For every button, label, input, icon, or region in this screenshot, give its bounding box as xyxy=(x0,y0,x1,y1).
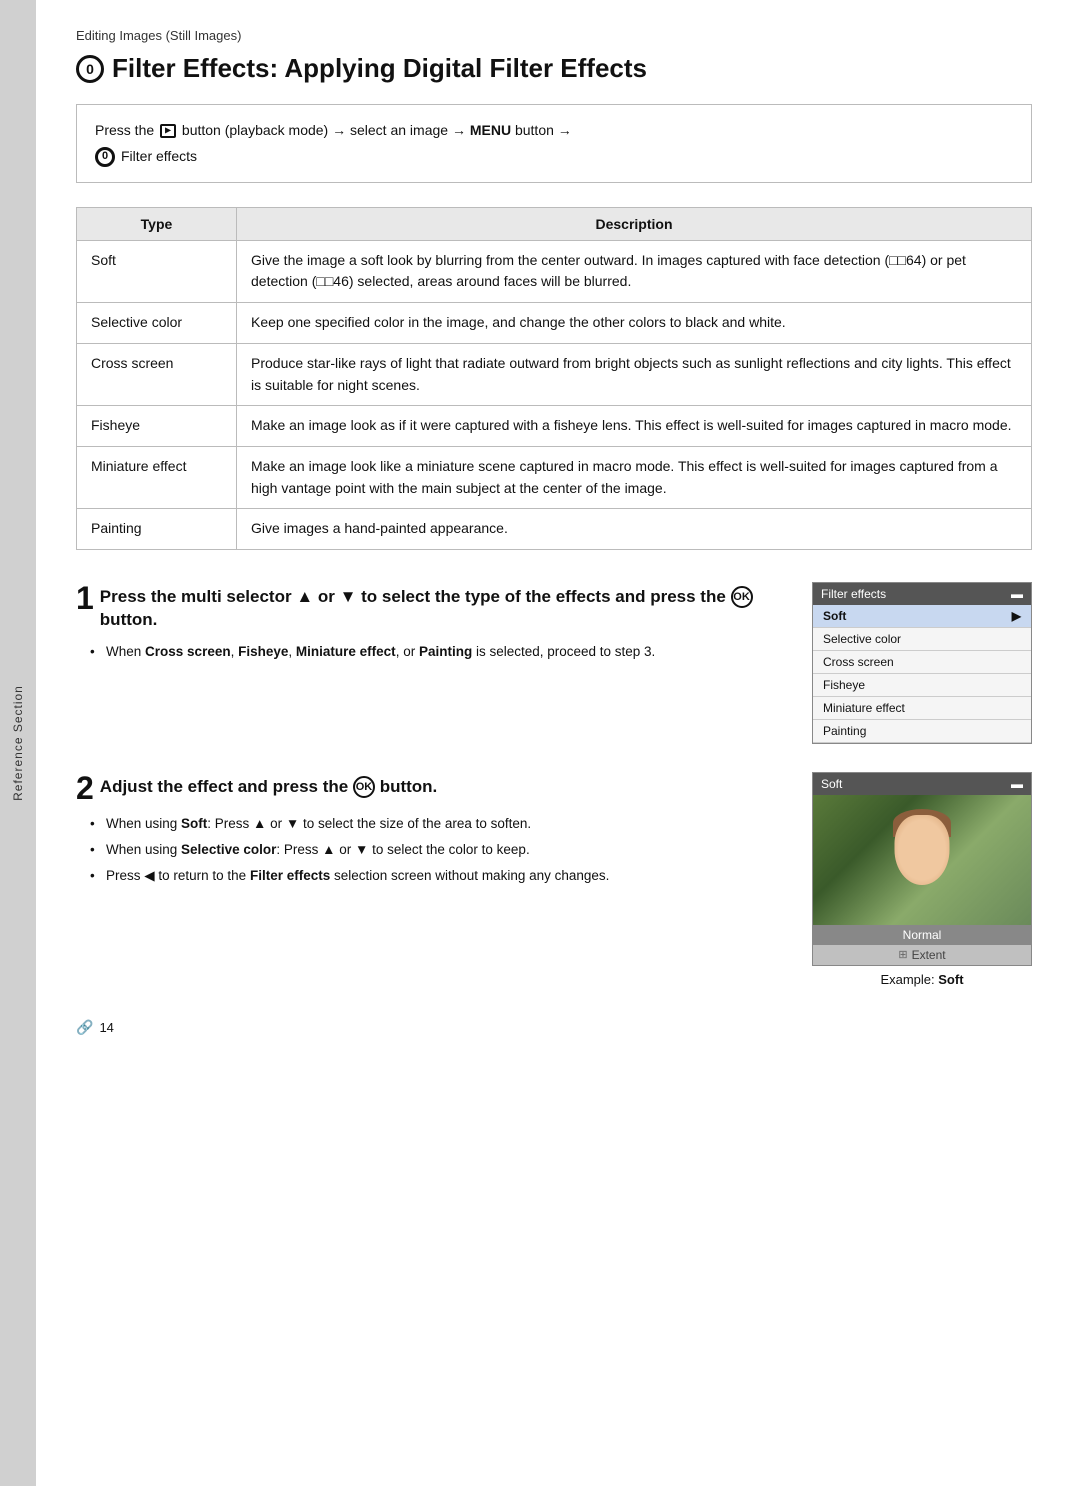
table-row: FisheyeMake an image look as if it were … xyxy=(77,406,1032,447)
side-tab: Reference Section xyxy=(0,0,36,1486)
panel-item[interactable]: Miniature effect xyxy=(813,697,1031,720)
step2-number: 2 xyxy=(76,772,94,804)
main-content: Editing Images (Still Images) 0 Filter E… xyxy=(36,0,1080,1486)
table-cell-type: Fisheye xyxy=(77,406,237,447)
step2-heading-text: Adjust the effect and press the OK butto… xyxy=(100,772,437,799)
panel-item[interactable]: Painting xyxy=(813,720,1031,743)
step2-bullets: When using Soft: Press ▲ or ▼ to select … xyxy=(76,814,780,887)
step1-bullets: When Cross screen, Fisheye, Miniature ef… xyxy=(76,642,780,662)
panel-items: SoftSelective colorCross screenFisheyeMi… xyxy=(813,605,1031,743)
sidebar-label: Reference Section xyxy=(11,685,25,801)
step1-left: 1 Press the multi selector ▲ or ▼ to sel… xyxy=(76,582,780,744)
panel-item[interactable]: Selective color xyxy=(813,628,1031,651)
col-description-header: Description xyxy=(237,207,1032,240)
table-cell-desc: Keep one specified color in the image, a… xyxy=(237,303,1032,344)
panel-item[interactable]: Cross screen xyxy=(813,651,1031,674)
table-cell-type: Soft xyxy=(77,240,237,302)
step1-heading: 1 Press the multi selector ▲ or ▼ to sel… xyxy=(76,582,780,632)
ok-button-icon-2: OK xyxy=(353,776,375,798)
table-row: SoftGive the image a soft look by blurri… xyxy=(77,240,1032,302)
face-shape xyxy=(895,815,950,885)
soft-preview-panel: Soft ▬ Normal ⊞ Extent xyxy=(812,772,1032,966)
table-cell-desc: Give the image a soft look by blurring f… xyxy=(237,240,1032,302)
ok-button-icon-1: OK xyxy=(731,586,753,608)
filter-effects-link: 0 Filter effects xyxy=(95,145,1013,167)
filter-link-icon: 0 xyxy=(95,147,115,167)
col-type-header: Type xyxy=(77,207,237,240)
filter-effects-table: Type Description SoftGive the image a so… xyxy=(76,207,1032,550)
step2-heading: 2 Adjust the effect and press the OK but… xyxy=(76,772,780,804)
normal-bar: Normal xyxy=(813,925,1031,945)
filter-effects-icon: 0 xyxy=(76,55,104,83)
page-title-text: Filter Effects: Applying Digital Filter … xyxy=(112,53,647,84)
footer-icon: 🔗 xyxy=(76,1019,93,1036)
table-row: PaintingGive images a hand-painted appea… xyxy=(77,509,1032,550)
step1-bullet1: When Cross screen, Fisheye, Miniature ef… xyxy=(90,642,780,662)
nav-box: Press the button (playback mode) → selec… xyxy=(76,104,1032,183)
example-label: Example: Soft xyxy=(812,972,1032,987)
step2-bullet1: When using Soft: Press ▲ or ▼ to select … xyxy=(90,814,780,834)
nav-instruction: Press the button (playback mode) → selec… xyxy=(95,119,1013,141)
soft-panel-title: Soft ▬ xyxy=(813,773,1031,795)
footer-page: 14 xyxy=(99,1020,113,1035)
table-cell-type: Selective color xyxy=(77,303,237,344)
table-cell-type: Miniature effect xyxy=(77,446,237,508)
step2-left: 2 Adjust the effect and press the OK but… xyxy=(76,772,780,987)
table-cell-desc: Produce star-like rays of light that rad… xyxy=(237,343,1032,405)
table-row: Cross screenProduce star-like rays of li… xyxy=(77,343,1032,405)
table-cell-type: Cross screen xyxy=(77,343,237,405)
table-cell-desc: Make an image look like a miniature scen… xyxy=(237,446,1032,508)
table-row: Selective colorKeep one specified color … xyxy=(77,303,1032,344)
extent-bar: ⊞ Extent xyxy=(813,945,1031,965)
table-cell-desc: Make an image look as if it were capture… xyxy=(237,406,1032,447)
soft-image-preview xyxy=(813,795,1031,925)
page-title: 0 Filter Effects: Applying Digital Filte… xyxy=(76,53,1032,84)
table-cell-type: Painting xyxy=(77,509,237,550)
page-wrapper: Reference Section Editing Images (Still … xyxy=(0,0,1080,1486)
step2-section: 2 Adjust the effect and press the OK but… xyxy=(76,772,1032,987)
step2-bullet3: Press ◀ to return to the Filter effects … xyxy=(90,866,780,886)
step2-panel: Soft ▬ Normal ⊞ Extent Example: Soft xyxy=(812,772,1032,987)
step1-section: 1 Press the multi selector ▲ or ▼ to sel… xyxy=(76,582,1032,744)
nav-link-text: Filter effects xyxy=(121,145,197,167)
step1-heading-text: Press the multi selector ▲ or ▼ to selec… xyxy=(100,582,780,632)
panel-title-1: Filter effects ▬ xyxy=(813,583,1031,605)
panel-item[interactable]: Fisheye xyxy=(813,674,1031,697)
step2-bullet2: When using Selective color: Press ▲ or ▼… xyxy=(90,840,780,860)
table-row: Miniature effectMake an image look like … xyxy=(77,446,1032,508)
page-footer: 🔗 14 xyxy=(76,1019,1032,1036)
table-cell-desc: Give images a hand-painted appearance. xyxy=(237,509,1032,550)
step1-panel: Filter effects ▬ SoftSelective colorCros… xyxy=(812,582,1032,744)
breadcrumb: Editing Images (Still Images) xyxy=(76,28,1032,43)
playback-icon xyxy=(160,124,176,138)
step1-number: 1 xyxy=(76,582,94,614)
filter-effects-panel: Filter effects ▬ SoftSelective colorCros… xyxy=(812,582,1032,744)
panel-item[interactable]: Soft xyxy=(813,605,1031,628)
